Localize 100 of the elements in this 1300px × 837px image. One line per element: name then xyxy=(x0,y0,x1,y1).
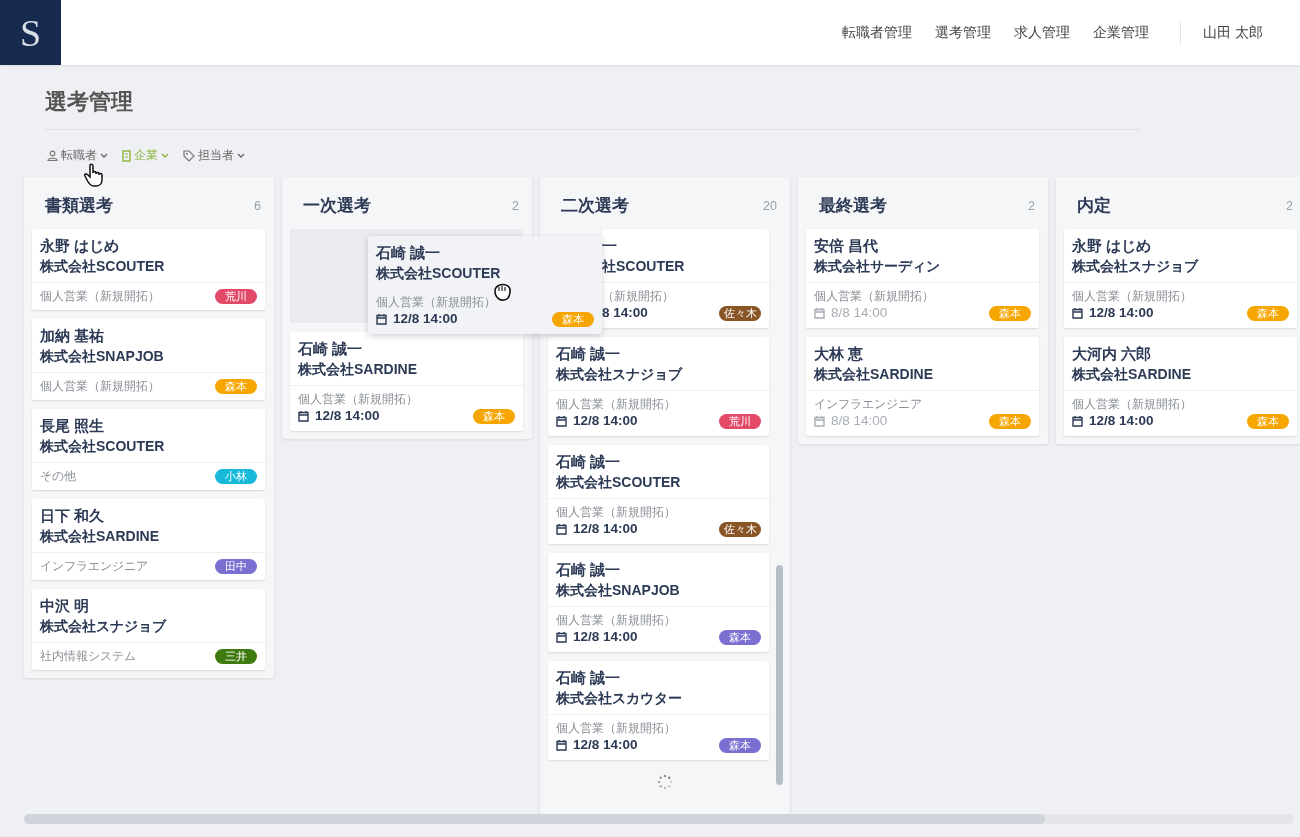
candidate-name: 大河内 六郎 xyxy=(1072,344,1153,364)
card-count: 6 xyxy=(254,198,261,213)
candidate-card[interactable]: 石崎 誠一 株式会社SARDINE 個人営業（新規開拓） 12/8 14:00 森本 xyxy=(290,332,523,431)
logo[interactable]: S xyxy=(0,0,61,65)
tag-icon xyxy=(183,149,195,162)
assignee-tag: 佐々木 xyxy=(719,521,761,537)
candidate-name: 石崎 誠一 xyxy=(298,339,364,359)
interview-date: 12/8 14:00 xyxy=(556,736,638,754)
assignee-tag: 田中 xyxy=(215,558,257,574)
candidate-card[interactable]: 大河内 六郎 株式会社SARDINE 個人営業（新規開拓） 12/8 14:00 森本 xyxy=(1064,337,1297,436)
job-title: 個人営業（新規開拓） xyxy=(1072,289,1192,304)
assignee-tag: 森本 xyxy=(1247,305,1289,321)
assignee-tag: 荒川 xyxy=(719,413,761,429)
calendar-icon xyxy=(556,523,567,535)
candidate-card[interactable]: 石崎 誠一 株式会社SCOUTER 個人営業（新規開拓） 12/8 14:00 佐々木 xyxy=(548,445,769,544)
page-title: 選考管理 xyxy=(45,87,1140,130)
assignee-tag: 佐々木 xyxy=(719,305,761,321)
nav-link[interactable]: 選考管理 xyxy=(923,23,1003,42)
candidate-name: 石崎 誠一 xyxy=(376,243,442,263)
assignee-tag: 森本 xyxy=(552,311,594,327)
company-name: 株式会社SCOUTER xyxy=(376,264,502,283)
interview-date: 12/8 14:00 xyxy=(376,310,458,328)
candidate-card[interactable]: 長尾 照生 株式会社SCOUTER その他 小林 xyxy=(32,409,265,490)
interview-date: 12/8 14:00 xyxy=(1072,412,1154,430)
interview-date: 12/8 14:00 xyxy=(556,412,638,430)
card-count: 2 xyxy=(512,198,519,213)
candidate-card[interactable]: 中沢 明 株式会社スナジョブ 社内情報システム 三井 xyxy=(32,589,265,670)
company-name: 株式会社スカウター xyxy=(556,689,683,708)
company-name: 株式会社スナジョブ xyxy=(1072,257,1200,276)
assignee-tag: 三井 xyxy=(215,648,257,664)
scrollbar[interactable] xyxy=(776,565,783,785)
job-title: （新規開拓） xyxy=(602,289,674,304)
interview-date: 8/8 14:00 xyxy=(814,304,888,322)
company-name: 株式会社SNAPJOB xyxy=(556,581,681,600)
company-name: 株式会社スナジョブ xyxy=(40,617,168,636)
job-title: 個人営業（新規開拓） xyxy=(556,397,676,412)
candidate-card[interactable]: 加納 基祐 株式会社SNAPJOB 個人営業（新規開拓） 森本 xyxy=(32,319,265,400)
candidate-name: 一 xyxy=(602,236,618,256)
column-title: 書類選考 xyxy=(45,195,113,217)
interview-date: 12/8 14:00 xyxy=(556,628,638,646)
calendar-icon xyxy=(298,410,309,422)
candidate-name: 永野 はじめ xyxy=(40,236,121,256)
job-title: インフラエンジニア xyxy=(814,397,922,412)
company-name: 株式会社SCOUTER xyxy=(40,257,166,276)
building-icon xyxy=(122,149,131,162)
person-icon xyxy=(47,150,58,161)
company-name: 株式会社SARDINE xyxy=(814,365,934,384)
company-name: 株式会社SARDINE xyxy=(40,527,160,546)
job-title: 個人営業（新規開拓） xyxy=(40,289,160,304)
dragged-card[interactable]: 石崎 誠一 株式会社SCOUTER 個人営業（新規開拓） 12/8 14:00 森本 xyxy=(368,236,602,334)
assignee-tag: 森本 xyxy=(989,305,1031,321)
column-title: 内定 xyxy=(1077,195,1111,217)
assignee-tag: 森本 xyxy=(719,629,761,645)
calendar-icon xyxy=(814,415,825,427)
candidate-name: 大林 恵 xyxy=(814,344,865,364)
interview-date: 12/8 14:00 xyxy=(298,407,380,425)
nav-link[interactable]: 転職者管理 xyxy=(830,23,924,42)
user-name[interactable]: 山田 太郎 xyxy=(1203,23,1263,42)
job-title: 個人営業（新規開拓） xyxy=(814,289,934,304)
candidate-card[interactable]: 安倍 昌代 株式会社サーディン 個人営業（新規開拓） 8/8 14:00 森本 xyxy=(806,229,1039,328)
filter-dropdown[interactable]: 担当者 xyxy=(183,147,245,164)
assignee-tag: 森本 xyxy=(1247,413,1289,429)
candidate-name: 安倍 昌代 xyxy=(814,236,880,256)
company-name: 株式会社SARDINE xyxy=(1072,365,1192,384)
interview-date: 12/8 14:00 xyxy=(556,520,638,538)
interview-date: 12/8 14:00 xyxy=(1072,304,1154,322)
chevron-icon xyxy=(237,152,245,159)
candidate-card[interactable]: 大林 恵 株式会社SARDINE インフラエンジニア 8/8 14:00 森本 xyxy=(806,337,1039,436)
candidate-card[interactable]: 石崎 誠一 株式会社SNAPJOB 個人営業（新規開拓） 12/8 14:00 森本 xyxy=(548,553,769,652)
assignee-tag: 森本 xyxy=(719,737,761,753)
interview-date: 8 14:00 xyxy=(602,304,648,322)
candidate-name: 永野 はじめ xyxy=(1072,236,1153,256)
grab-cursor-icon xyxy=(492,283,512,302)
filter-dropdown[interactable]: 転職者 xyxy=(47,147,108,164)
calendar-icon xyxy=(556,739,567,751)
job-title: 個人営業（新規開拓） xyxy=(556,505,676,520)
interview-date: 8/8 14:00 xyxy=(814,412,888,430)
company-name: 株式会社SCOUTER xyxy=(40,437,166,456)
company-name: 株式会社サーディン xyxy=(814,257,941,276)
horizontal-scrollbar[interactable] xyxy=(24,814,1294,824)
calendar-icon xyxy=(814,307,825,319)
job-title: 個人営業（新規開拓） xyxy=(556,721,676,736)
nav-link[interactable]: 企業管理 xyxy=(1081,23,1161,42)
candidate-card[interactable]: 石崎 誠一 株式会社スナジョブ 個人営業（新規開拓） 12/8 14:00 荒川 xyxy=(548,337,769,436)
candidate-name: 石崎 誠一 xyxy=(556,452,622,472)
candidate-card[interactable]: 一 社SCOUTER （新規開拓） 8 14:00 佐々木 xyxy=(602,229,769,328)
assignee-tag: 小林 xyxy=(215,468,257,484)
column-title: 一次選考 xyxy=(303,195,371,217)
chevron-icon xyxy=(161,152,169,159)
job-title: インフラエンジニア xyxy=(40,559,148,574)
company-name: 株式会社SARDINE xyxy=(298,360,418,379)
card-count: 2 xyxy=(1286,198,1293,213)
job-title: 個人営業（新規開拓） xyxy=(556,613,676,628)
job-title: 個人営業（新規開拓） xyxy=(298,392,418,407)
nav-link[interactable]: 求人管理 xyxy=(1002,23,1082,42)
candidate-card[interactable]: 石崎 誠一 株式会社スカウター 個人営業（新規開拓） 12/8 14:00 森本 xyxy=(548,661,769,760)
candidate-name: 中沢 明 xyxy=(40,596,91,616)
candidate-card[interactable]: 永野 はじめ 株式会社スナジョブ 個人営業（新規開拓） 12/8 14:00 森本 xyxy=(1064,229,1297,328)
candidate-card[interactable]: 日下 和久 株式会社SARDINE インフラエンジニア 田中 xyxy=(32,499,265,580)
candidate-card[interactable]: 永野 はじめ 株式会社SCOUTER 個人営業（新規開拓） 荒川 xyxy=(32,229,265,310)
